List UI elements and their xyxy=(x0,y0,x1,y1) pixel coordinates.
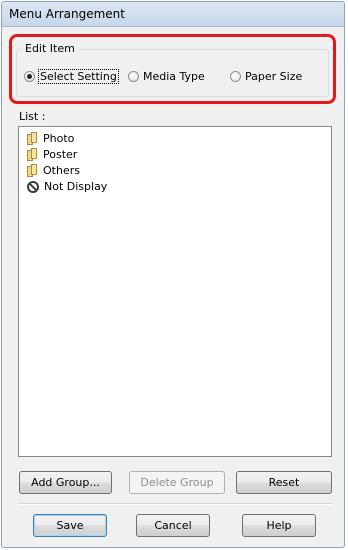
list-item-not-display[interactable]: Not Display xyxy=(27,179,107,194)
radio-paper-size-indicator[interactable] xyxy=(230,70,241,82)
add-group-button[interactable]: Add Group... xyxy=(19,471,112,494)
menu-list[interactable]: Photo Poster Others Not Display xyxy=(18,126,332,457)
radio-paper-size-label[interactable]: Paper Size xyxy=(245,70,302,83)
list-item-label: Photo xyxy=(43,132,75,145)
delete-group-button[interactable]: Delete Group xyxy=(129,471,225,494)
folder-icon xyxy=(27,132,38,145)
folder-icon xyxy=(27,164,38,177)
folder-icon xyxy=(27,148,38,161)
reset-button[interactable]: Reset xyxy=(236,471,332,494)
help-button[interactable]: Help xyxy=(242,514,316,537)
radio-media-type[interactable]: Media Type xyxy=(128,68,205,84)
cancel-button[interactable]: Cancel xyxy=(136,514,210,537)
save-button[interactable]: Save xyxy=(33,514,107,537)
menu-arrangement-dialog: Menu Arrangement Edit Item Select Settin… xyxy=(1,1,345,548)
no-display-icon xyxy=(27,180,39,193)
radio-media-type-label[interactable]: Media Type xyxy=(143,70,205,83)
edit-item-legend: Edit Item xyxy=(22,42,78,55)
list-item-poster[interactable]: Poster xyxy=(27,147,77,162)
title-bar[interactable]: Menu Arrangement xyxy=(2,2,344,27)
list-label: List : xyxy=(19,110,46,123)
radio-select-setting-label[interactable]: Select Setting xyxy=(38,68,119,84)
list-item-photo[interactable]: Photo xyxy=(27,131,74,146)
radio-paper-size[interactable]: Paper Size xyxy=(230,68,302,84)
window-title: Menu Arrangement xyxy=(9,7,125,21)
list-item-label: Not Display xyxy=(44,180,108,193)
list-item-label: Others xyxy=(43,164,80,177)
list-item-others[interactable]: Others xyxy=(27,163,80,178)
radio-select-setting[interactable]: Select Setting xyxy=(24,68,119,84)
radio-media-type-indicator[interactable] xyxy=(128,70,139,82)
separator xyxy=(18,503,332,505)
list-item-label: Poster xyxy=(43,148,78,161)
radio-select-setting-indicator[interactable] xyxy=(24,70,35,82)
